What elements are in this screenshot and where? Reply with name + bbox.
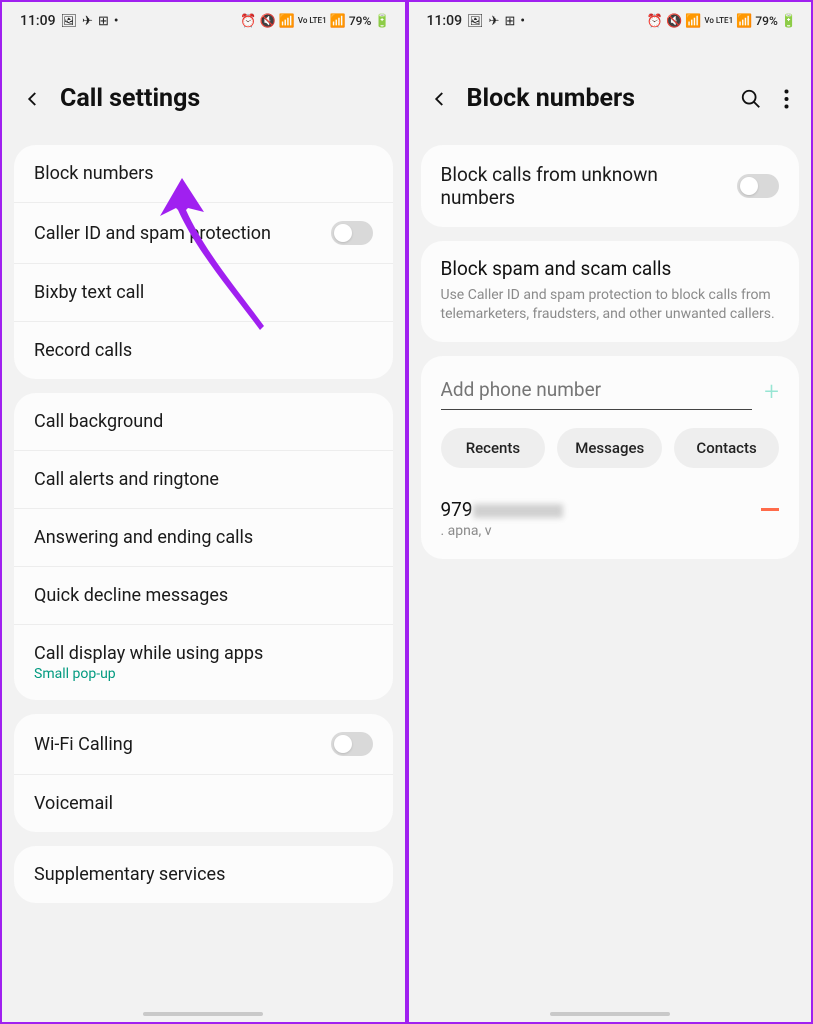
chip-recents[interactable]: Recents	[441, 428, 546, 468]
battery-text: 79%	[349, 14, 371, 28]
blocked-subtitle: . apna, v	[441, 523, 563, 539]
send-icon: ✈	[82, 15, 93, 28]
image-icon: 🖼	[467, 15, 484, 28]
toggle-caller-id[interactable]	[331, 221, 373, 245]
row-call-background[interactable]: Call background	[14, 393, 393, 451]
section-title: Block spam and scam calls	[441, 257, 780, 280]
row-label: Block calls from unknown numbers	[441, 163, 726, 209]
phone-left: 11:09 🖼 ✈ ⊞ • ⏰ 🔇 📶 Vo LTE1 📶 79% 🔋 Call…	[0, 0, 407, 1024]
back-icon[interactable]	[24, 90, 42, 108]
row-answering-ending[interactable]: Answering and ending calls	[14, 509, 393, 567]
row-call-display[interactable]: Call display while using apps Small pop-…	[14, 625, 393, 700]
row-label: Answering and ending calls	[34, 527, 373, 548]
settings-group-1: Block numbers Caller ID and spam protect…	[14, 145, 393, 379]
battery-icon: 🔋	[781, 15, 797, 28]
row-supplementary[interactable]: Supplementary services	[14, 846, 393, 903]
row-label: Record calls	[34, 340, 373, 361]
row-wifi-calling[interactable]: Wi-Fi Calling	[14, 714, 393, 775]
wifi-icon: 📶	[279, 15, 295, 28]
row-block-numbers[interactable]: Block numbers	[14, 145, 393, 203]
blocked-number: 979	[441, 498, 563, 521]
alarm-icon: ⏰	[647, 15, 663, 28]
send-icon: ✈	[489, 15, 500, 28]
volte-text: Vo LTE1	[298, 17, 327, 25]
row-label: Quick decline messages	[34, 585, 373, 606]
row-label: Wi-Fi Calling	[34, 734, 319, 755]
source-chips: Recents Messages Contacts	[421, 424, 800, 486]
mute-icon: 🔇	[666, 15, 682, 28]
clock-text: 11:09	[20, 13, 56, 29]
row-caller-id[interactable]: Caller ID and spam protection	[14, 203, 393, 264]
back-icon[interactable]	[431, 90, 449, 108]
settings-group-3: Wi-Fi Calling Voicemail	[14, 714, 393, 832]
add-phone-input[interactable]	[441, 374, 753, 410]
row-alerts-ringtone[interactable]: Call alerts and ringtone	[14, 451, 393, 509]
toggle-wifi-calling[interactable]	[331, 732, 373, 756]
image-icon: 🖼	[61, 15, 78, 28]
status-bar: 11:09 🖼 ✈ ⊞ • ⏰ 🔇 📶 Vo LTE1 📶 79% 🔋	[409, 2, 812, 36]
volte-text: Vo LTE1	[704, 17, 733, 25]
phone-right: 11:09 🖼 ✈ ⊞ • ⏰ 🔇 📶 Vo LTE1 📶 79% 🔋 Bloc…	[407, 0, 813, 1024]
grid-icon: ⊞	[504, 15, 515, 28]
page-title: Call settings	[60, 84, 383, 113]
add-phone-row: +	[421, 356, 800, 424]
add-plus-icon[interactable]: +	[764, 377, 779, 407]
remove-icon[interactable]	[761, 508, 779, 511]
signal-icon: 📶	[736, 15, 752, 28]
signal-icon: 📶	[330, 15, 346, 28]
wifi-icon: 📶	[685, 15, 701, 28]
redacted-blur	[473, 504, 563, 518]
row-label: Voicemail	[34, 793, 373, 814]
status-bar: 11:09 🖼 ✈ ⊞ • ⏰ 🔇 📶 Vo LTE1 📶 79% 🔋	[2, 2, 405, 36]
row-label: Caller ID and spam protection	[34, 223, 319, 244]
search-icon[interactable]	[740, 88, 762, 110]
toggle-block-unknown[interactable]	[737, 174, 779, 198]
settings-group-4: Supplementary services	[14, 846, 393, 903]
mute-icon: 🔇	[259, 15, 275, 28]
nav-pill[interactable]	[550, 1012, 670, 1016]
chip-messages[interactable]: Messages	[557, 428, 662, 468]
dot-icon: •	[520, 15, 525, 28]
row-label: Call background	[34, 411, 373, 432]
header-right: Block numbers	[409, 36, 812, 145]
row-label: Supplementary services	[34, 864, 373, 885]
row-block-unknown[interactable]: Block calls from unknown numbers	[421, 145, 800, 227]
section-desc: Use Caller ID and spam protection to blo…	[441, 286, 780, 324]
block-spam-card[interactable]: Block spam and scam calls Use Caller ID …	[421, 241, 800, 342]
row-label: Call alerts and ringtone	[34, 469, 373, 490]
grid-icon: ⊞	[98, 15, 109, 28]
row-subtitle: Small pop-up	[34, 666, 373, 682]
row-bixby[interactable]: Bixby text call	[14, 264, 393, 322]
row-label: Block numbers	[34, 163, 373, 184]
block-unknown-card: Block calls from unknown numbers	[421, 145, 800, 227]
add-list-card: + Recents Messages Contacts 979 . apna, …	[421, 356, 800, 559]
dot-icon: •	[114, 15, 119, 28]
row-label: Bixby text call	[34, 282, 373, 303]
battery-icon: 🔋	[374, 15, 390, 28]
page-title: Block numbers	[467, 84, 723, 113]
battery-text: 79%	[755, 14, 777, 28]
row-voicemail[interactable]: Voicemail	[14, 775, 393, 832]
header-left: Call settings	[2, 36, 405, 145]
chip-contacts[interactable]: Contacts	[674, 428, 779, 468]
row-decline-messages[interactable]: Quick decline messages	[14, 567, 393, 625]
nav-pill[interactable]	[143, 1012, 263, 1016]
more-icon[interactable]	[784, 89, 789, 109]
settings-group-2: Call background Call alerts and ringtone…	[14, 393, 393, 700]
clock-text: 11:09	[427, 13, 463, 29]
alarm-icon: ⏰	[240, 15, 256, 28]
row-label: Call display while using apps	[34, 643, 373, 664]
row-record-calls[interactable]: Record calls	[14, 322, 393, 379]
blocked-entry[interactable]: 979 . apna, v	[421, 486, 800, 559]
